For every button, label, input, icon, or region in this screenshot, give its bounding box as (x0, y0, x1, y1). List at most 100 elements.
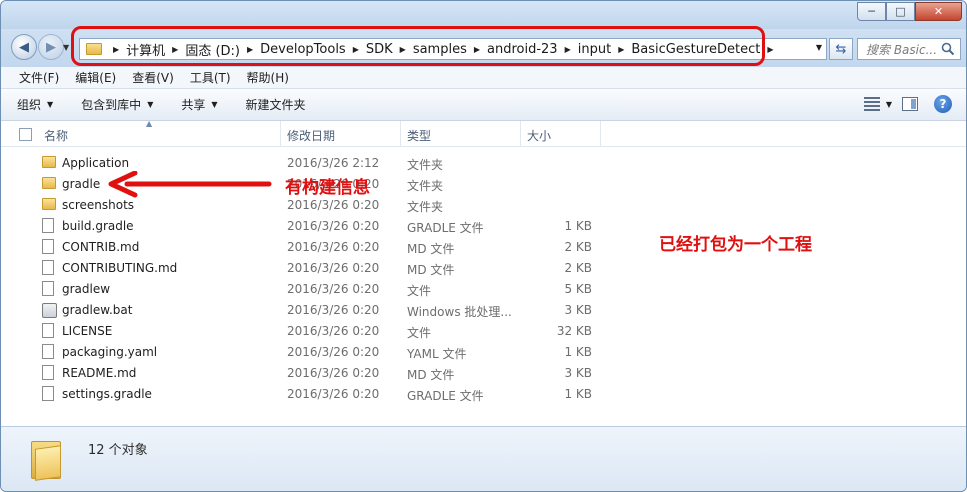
column-divider[interactable] (520, 121, 521, 147)
select-all-checkbox[interactable] (19, 128, 32, 141)
folder-icon (86, 43, 102, 55)
breadcrumb-item[interactable]: 固态 (D:) (185, 40, 240, 59)
file-date: 2016/3/26 0:20 (287, 261, 380, 275)
column-size[interactable]: 大小 (527, 127, 551, 144)
file-row[interactable]: build.gradle 2016/3/26 0:20 GRADLE 文件 1 … (1, 216, 966, 237)
file-size: 2 KB (564, 261, 592, 275)
include-in-library-button[interactable]: 包含到库中 ▼ (81, 96, 153, 113)
large-folder-icon (31, 441, 61, 481)
file-type: 文件 (407, 326, 432, 340)
chevron-right-icon[interactable]: ▶ (172, 45, 178, 54)
chevron-right-icon[interactable]: ▶ (767, 45, 773, 54)
file-name: LICENSE (62, 324, 113, 338)
folder-icon (42, 156, 56, 168)
file-size: 3 KB (564, 366, 592, 380)
address-bar[interactable]: ▶ 计算机 ▶ 固态 (D:) ▶ DevelopTools ▶ SDK ▶ s… (79, 38, 827, 60)
file-icon (42, 344, 54, 359)
file-name: screenshots (62, 198, 135, 212)
chevron-right-icon[interactable]: ▶ (113, 45, 119, 54)
column-divider[interactable] (600, 121, 601, 147)
chevron-right-icon[interactable]: ▶ (474, 45, 480, 54)
chevron-right-icon[interactable]: ▶ (618, 45, 624, 54)
close-button[interactable]: ✕ (915, 2, 962, 21)
file-icon (42, 218, 54, 233)
folder-icon (42, 177, 56, 189)
new-folder-label: 新建文件夹 (245, 98, 306, 112)
column-header: ▲ 名称 修改日期 类型 大小 (1, 119, 966, 147)
address-history-dropdown-icon[interactable]: ▼ (816, 43, 822, 52)
breadcrumb-item[interactable]: input (578, 42, 611, 57)
breadcrumb-item[interactable]: DevelopTools (260, 42, 346, 57)
recent-pages-dropdown-icon[interactable]: ▼ (63, 43, 69, 52)
refresh-icon: ⇆ (835, 41, 847, 57)
refresh-button[interactable]: ⇆ (829, 38, 853, 60)
file-row[interactable]: settings.gradle 2016/3/26 0:20 GRADLE 文件… (1, 384, 966, 405)
item-count: 12 个对象 (88, 443, 148, 458)
chevron-right-icon[interactable]: ▶ (247, 45, 253, 54)
details-pane: 12 个对象 (1, 426, 966, 491)
search-box[interactable]: 搜索 Basic... (857, 38, 961, 60)
breadcrumb-item[interactable]: samples (413, 42, 467, 57)
menu-tools[interactable]: 工具(T) (190, 69, 231, 86)
file-icon (42, 323, 54, 338)
file-name: gradlew.bat (62, 303, 133, 317)
new-folder-button[interactable]: 新建文件夹 (246, 96, 306, 113)
file-name: README.md (62, 366, 137, 380)
chevron-down-icon[interactable]: ▼ (886, 100, 892, 109)
file-date: 2016/3/26 0:20 (287, 324, 380, 338)
preview-pane-icon[interactable] (902, 97, 918, 111)
menu-help[interactable]: 帮助(H) (247, 69, 289, 86)
file-row[interactable]: gradlew 2016/3/26 0:20 文件 5 KB (1, 279, 966, 300)
breadcrumb-item[interactable]: android-23 (487, 42, 558, 57)
chevron-right-icon[interactable]: ▶ (353, 45, 359, 54)
file-row[interactable]: README.md 2016/3/26 0:20 MD 文件 3 KB (1, 363, 966, 384)
column-type[interactable]: 类型 (407, 127, 431, 144)
toolbar-right: ▼ ? (863, 95, 952, 113)
maximize-button[interactable]: □ (886, 2, 915, 21)
menu-bar: 文件(F) 编辑(E) 查看(V) 工具(T) 帮助(H) (1, 67, 966, 89)
file-name: CONTRIB.md (62, 240, 140, 254)
navigation-row: ◀ ▶ ▼ ▶ 计算机 ▶ 固态 (D:) ▶ DevelopTools ▶ S… (1, 29, 966, 67)
chevron-down-icon: ▼ (47, 100, 54, 109)
file-size: 2 KB (564, 240, 592, 254)
chevron-right-icon[interactable]: ▶ (565, 45, 571, 54)
organize-label: 组织 (17, 98, 42, 112)
forward-button[interactable]: ▶ (38, 34, 64, 60)
menu-view[interactable]: 查看(V) (132, 69, 174, 86)
back-button[interactable]: ◀ (11, 34, 37, 60)
file-type: 文件夹 (407, 200, 444, 214)
file-icon (42, 386, 54, 401)
file-date: 2016/3/26 0:20 (287, 366, 380, 380)
file-size: 1 KB (564, 345, 592, 359)
file-row[interactable]: gradlew.bat 2016/3/26 0:20 Windows 批处理..… (1, 300, 966, 321)
file-type: GRADLE 文件 (407, 221, 484, 235)
breadcrumb-item[interactable]: 计算机 (126, 40, 165, 59)
share-button[interactable]: 共享 ▼ (181, 96, 217, 113)
file-row[interactable]: LICENSE 2016/3/26 0:20 文件 32 KB (1, 321, 966, 342)
file-date: 2016/3/26 0:20 (287, 282, 380, 296)
file-name: settings.gradle (62, 387, 152, 401)
column-divider[interactable] (400, 121, 401, 147)
breadcrumb-item[interactable]: BasicGestureDetect (631, 42, 760, 57)
column-divider[interactable] (280, 121, 281, 147)
include-label: 包含到库中 (81, 98, 142, 112)
file-row[interactable]: packaging.yaml 2016/3/26 0:20 YAML 文件 1 … (1, 342, 966, 363)
organize-button[interactable]: 组织 ▼ (17, 96, 53, 113)
file-name: Application (62, 156, 130, 170)
menu-file[interactable]: 文件(F) (19, 69, 59, 86)
chevron-down-icon: ▼ (147, 100, 154, 109)
back-arrow-icon: ◀ (19, 39, 29, 55)
menu-edit[interactable]: 编辑(E) (75, 69, 116, 86)
help-icon[interactable]: ? (934, 95, 952, 113)
breadcrumb: ▶ 计算机 ▶ 固态 (D:) ▶ DevelopTools ▶ SDK ▶ s… (80, 39, 781, 59)
file-type: GRADLE 文件 (407, 389, 484, 403)
breadcrumb-item[interactable]: SDK (366, 42, 393, 57)
column-date[interactable]: 修改日期 (287, 127, 335, 144)
file-row[interactable]: CONTRIBUTING.md 2016/3/26 0:20 MD 文件 2 K… (1, 258, 966, 279)
view-options-icon[interactable] (863, 97, 880, 111)
minimize-button[interactable]: ─ (857, 2, 886, 21)
column-name[interactable]: 名称 (44, 127, 68, 144)
file-row[interactable]: CONTRIB.md 2016/3/26 0:20 MD 文件 2 KB (1, 237, 966, 258)
file-size: 32 KB (556, 324, 592, 338)
chevron-right-icon[interactable]: ▶ (400, 45, 406, 54)
